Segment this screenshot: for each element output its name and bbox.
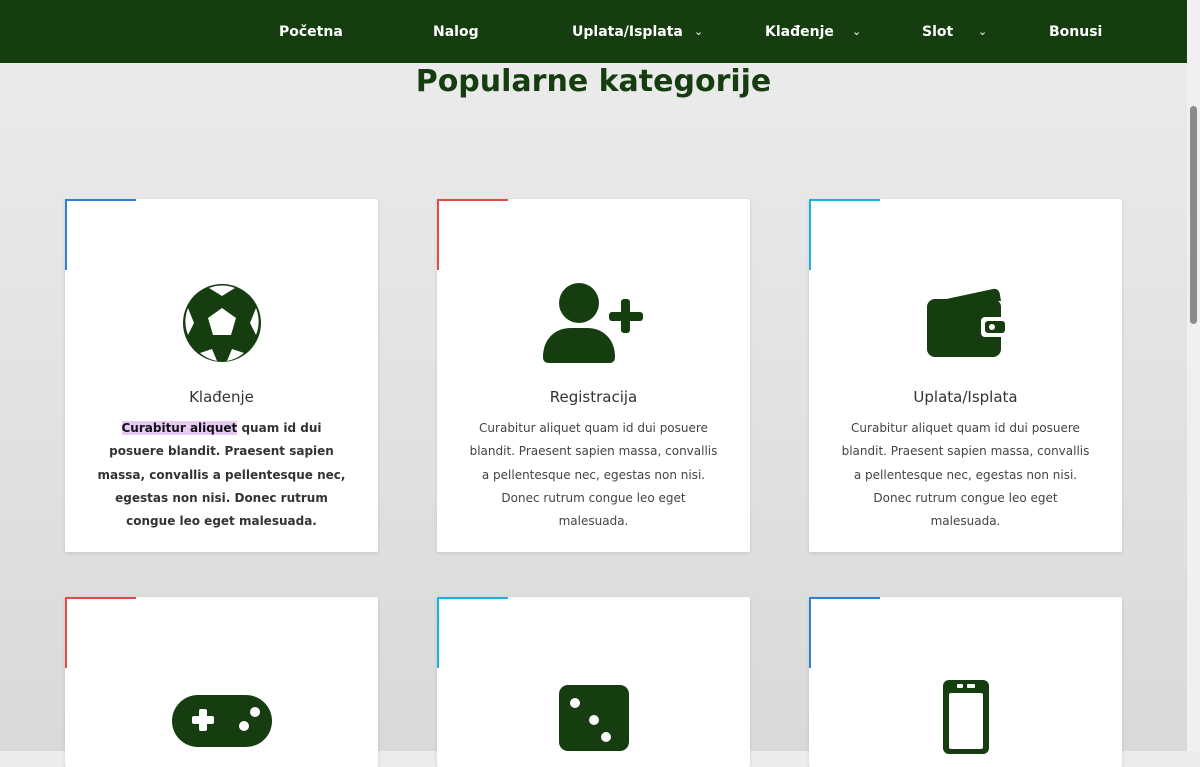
card-accent-corner: [809, 199, 811, 270]
chevron-down-icon[interactable]: ⌄: [852, 0, 861, 63]
card-accent-corner: [809, 597, 880, 599]
card-title: Uplata/Isplata: [913, 388, 1018, 406]
mobile-phone-icon: [809, 680, 1122, 754]
card-accent-corner: [809, 597, 811, 668]
category-card-gamepad[interactable]: [65, 597, 378, 767]
top-navbar: Početna Nalog Uplata/Isplata ⌄ Klađenje …: [0, 0, 1187, 63]
category-card-dice[interactable]: [437, 597, 750, 767]
card-accent-corner: [65, 597, 136, 599]
nav-item-pocetna[interactable]: Početna: [279, 0, 343, 63]
highlighted-text: Curabitur aliquet: [121, 421, 238, 435]
card-accent-corner: [437, 199, 508, 201]
card-accent-corner: [65, 199, 136, 201]
card-accent-corner: [437, 199, 439, 270]
nav-item-nalog[interactable]: Nalog: [433, 0, 479, 63]
section-title: Popularne kategorije: [415, 64, 772, 99]
card-description: Curabitur aliquet quam id dui posuere bl…: [841, 421, 1090, 529]
user-plus-icon: [437, 283, 750, 363]
nav-item-bonusi[interactable]: Bonusi: [1049, 0, 1102, 63]
gamepad-icon: [65, 695, 378, 747]
nav-item-kladjenje[interactable]: Klađenje: [765, 0, 834, 63]
soccer-ball-icon: [65, 283, 378, 363]
card-accent-corner: [809, 199, 880, 201]
nav-item-slot[interactable]: Slot: [922, 0, 953, 63]
nav-item-uplata-isplata[interactable]: Uplata/Isplata: [572, 0, 683, 63]
card-description: Curabitur aliquet quam id dui posuere bl…: [93, 417, 350, 533]
card-accent-corner: [65, 597, 67, 668]
dice-icon: [437, 685, 750, 751]
card-description: Curabitur aliquet quam id dui posuere bl…: [469, 421, 718, 529]
page-scrollbar[interactable]: [1187, 0, 1200, 751]
scrollbar-thumb[interactable]: [1190, 106, 1197, 324]
category-card-mobile[interactable]: [809, 597, 1122, 767]
chevron-down-icon[interactable]: ⌄: [978, 0, 987, 63]
chevron-down-icon[interactable]: ⌄: [694, 0, 703, 63]
card-description-rest: quam id dui posuere blandit. Praesent sa…: [97, 421, 346, 529]
card-title: Klađenje: [189, 388, 254, 406]
card-accent-corner: [437, 597, 439, 668]
category-card-uplata-isplata[interactable]: Uplata/Isplata Curabitur aliquet quam id…: [809, 199, 1122, 552]
card-title: Registracija: [549, 388, 638, 406]
card-accent-corner: [437, 597, 508, 599]
category-card-registracija[interactable]: Registracija Curabitur aliquet quam id d…: [437, 199, 750, 552]
category-card-kladjenje[interactable]: Klađenje Curabitur aliquet quam id dui p…: [65, 199, 378, 552]
card-accent-corner: [65, 199, 67, 270]
wallet-icon: [809, 287, 1122, 359]
